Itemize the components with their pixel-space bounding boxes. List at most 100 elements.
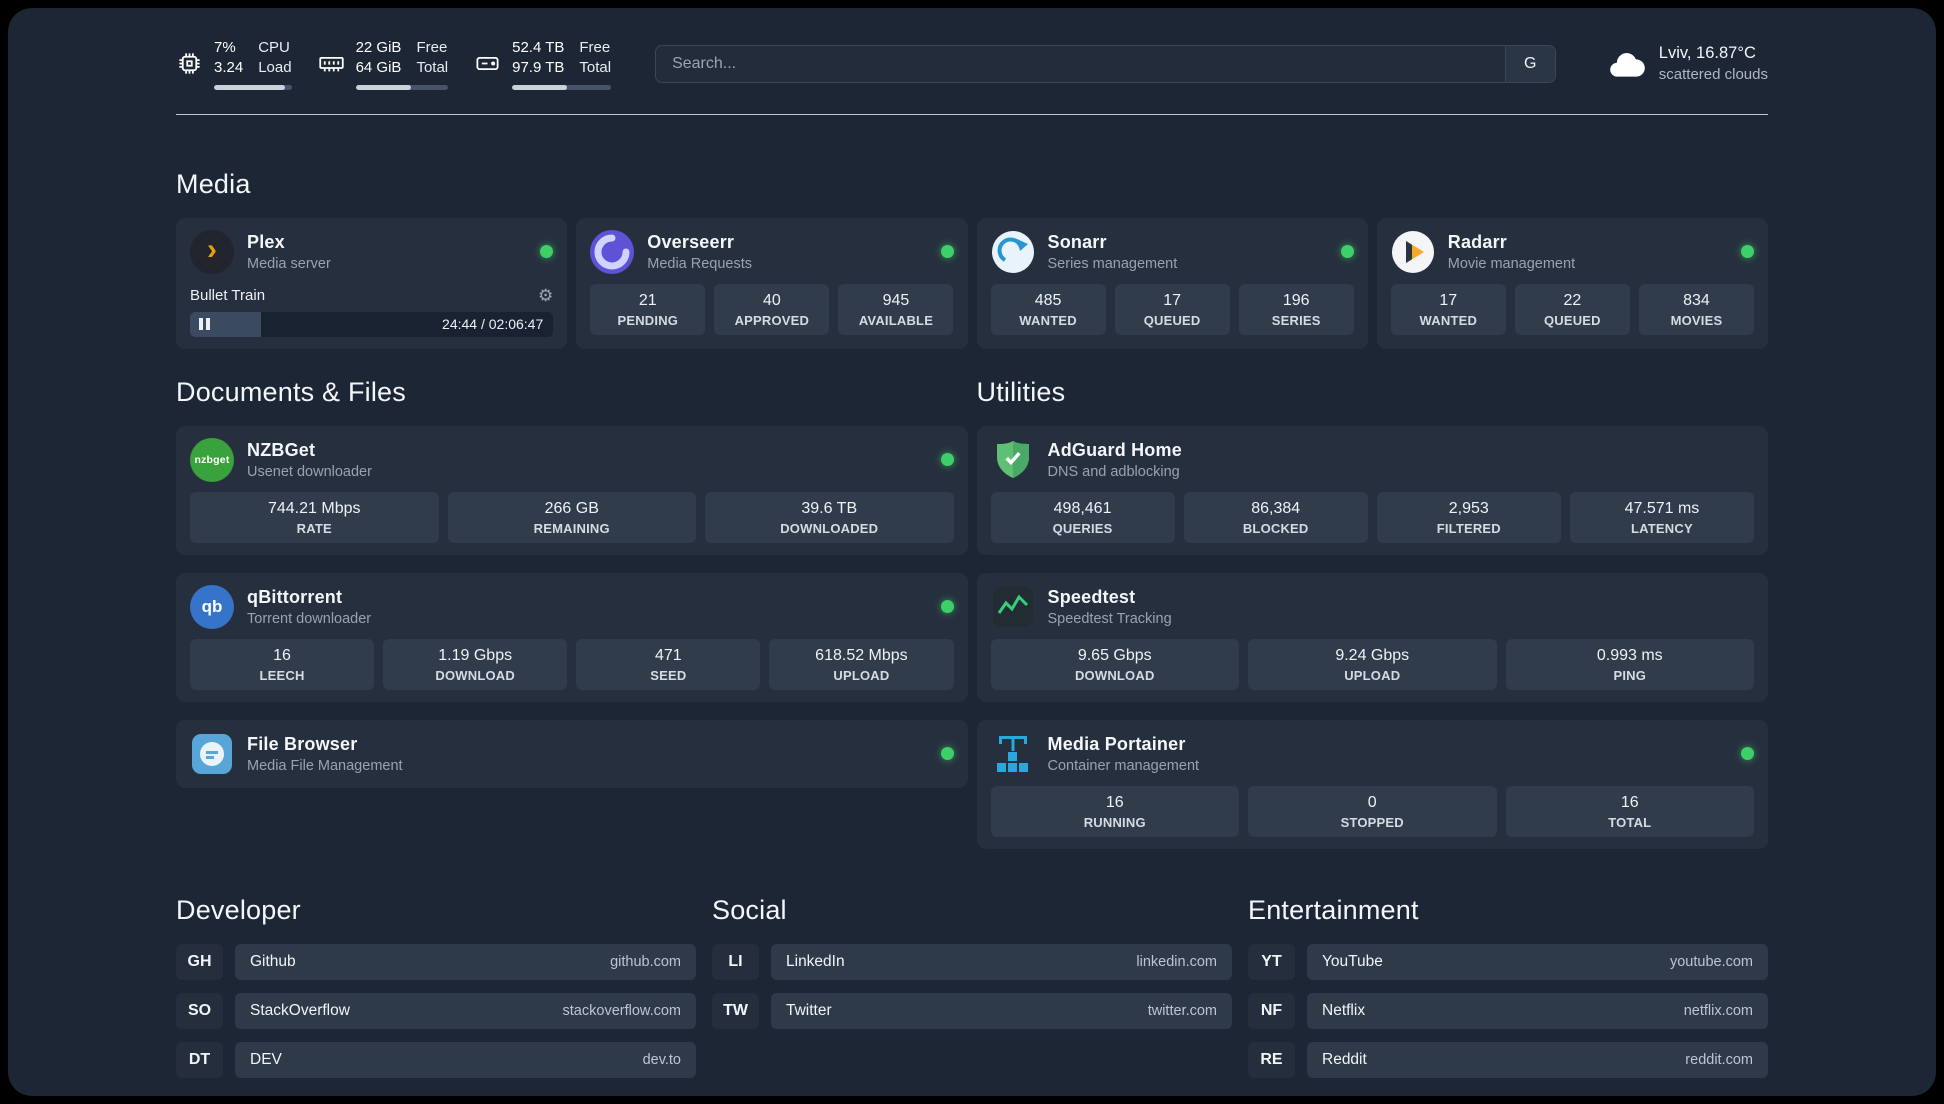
app-desc: Speedtest Tracking [1047,610,1172,627]
app-card-qbittorrent[interactable]: qb qBittorrent Torrent downloader 16 LEE… [176,572,968,702]
stat-wanted: 17 WANTED [1390,283,1506,335]
bookmark-url: stackoverflow.com [562,1002,681,1019]
pause-icon[interactable] [199,318,210,330]
bookmark-name: StackOverflow [250,1001,350,1019]
status-dot [940,747,954,760]
search-bar: G [655,44,1556,83]
stat-total: 16 TOTAL [1505,785,1754,837]
ram-total-value: 64 GiB [355,59,402,77]
disk-total-value: 97.9 TB [512,59,565,77]
stat-value: 0.993 ms [1596,646,1663,664]
ram-metric-body: 22 GiB 64 GiB Free Total [355,38,449,90]
stat-label: LEECH [259,667,305,683]
bookmark-reddit[interactable]: RE Reddit reddit.com [1248,1041,1768,1078]
qbittorrent-icon: qb [190,584,234,629]
status-dot [1741,245,1754,258]
app-desc: DNS and adblocking [1047,463,1180,480]
bookmark-stackoverflow[interactable]: SO StackOverflow stackoverflow.com [176,992,696,1029]
bookmark-github[interactable]: GH Github github.com [176,943,696,980]
gear-icon[interactable]: ⚙ [538,287,553,304]
section-title-developer: Developer [176,894,301,925]
stat-queued: 22 QUEUED [1514,283,1630,335]
bookmark-dev[interactable]: DT DEV dev.to [176,1041,696,1078]
stat-label: WANTED [1419,312,1478,328]
stat-label: DOWNLOADED [780,520,879,536]
app-name: NZBGet [247,439,316,460]
stat-label: BLOCKED [1242,520,1309,536]
bookmark-name: DEV [250,1050,282,1068]
stat-value: 16 [273,646,291,664]
app-desc: Media File Management [247,757,403,774]
bookmark-linkedin[interactable]: LI LinkedIn linkedin.com [712,943,1232,980]
bookmark-netflix[interactable]: NF Netflix netflix.com [1248,992,1768,1029]
app-card-adguard[interactable]: AdGuard Home DNS and adblocking 498,461 … [976,425,1768,555]
app-card-overseerr[interactable]: Overseerr Media Requests 21 PENDING 40 A… [576,217,968,349]
app-card-radarr[interactable]: Radarr Movie management 17 WANTED 22 QUE… [1376,217,1768,349]
overseerr-titles: Overseerr Media Requests [647,232,752,272]
stat-label: APPROVED [734,312,810,328]
search-input[interactable] [656,54,1505,73]
stat-value: 17 [1439,291,1458,309]
sonarr-icon [991,230,1035,274]
cpu-icon [176,50,203,77]
cpu-labels: CPU Load [258,38,291,79]
app-card-filebrowser[interactable]: File Browser Media File Management [176,719,968,788]
weather-location: Lviv, 16.87°C [1658,44,1756,63]
app-card-nzbget[interactable]: nzbget NZBGet Usenet downloader 744.21 M… [176,425,968,555]
search-engine-button[interactable]: G [1504,45,1555,82]
bookmark-url: netflix.com [1683,1002,1753,1019]
bookmark-abbr: NF [1248,992,1295,1029]
stat-label: DOWNLOAD [1074,667,1155,683]
stat-value: 40 [762,291,781,309]
playback-time: 24:44 / 02:06:47 [442,316,544,332]
playback-progress-bar[interactable]: 24:44 / 02:06:47 [190,311,554,337]
disk-label-1: Free [579,39,611,56]
bookmark-twitter[interactable]: TW Twitter twitter.com [712,992,1232,1029]
now-playing-title: Bullet Train [190,286,266,304]
portainer-titles: Media Portainer Container management [1048,734,1200,774]
app-name: Speedtest [1047,586,1136,607]
stat-label: PING [1613,667,1647,683]
app-name: Plex [247,231,285,252]
bookmark-abbr: SO [176,992,223,1029]
stat-value: 39.6 TB [801,499,858,517]
stat-label: DOWNLOAD [435,667,515,683]
cpu-label-2: Load [258,59,292,77]
portainer-icon [991,732,1035,776]
status-dot [540,245,554,258]
bookmark-name: YouTube [1322,952,1383,970]
overseerr-icon [590,229,635,274]
nzbget-icon: nzbget [190,437,234,482]
cloud-icon [1608,49,1646,79]
stat-value: 471 [654,646,682,664]
app-card-speedtest[interactable]: Speedtest Speedtest Tracking 9.65 Gbps D… [976,572,1768,702]
stat-value: 21 [638,291,657,309]
stat-value: 22 [1563,291,1582,309]
stat-label: SERIES [1271,312,1321,328]
stat-label: LATENCY [1631,520,1693,536]
app-name: Overseerr [647,231,735,252]
stat-label: STOPPED [1340,814,1404,830]
cpu-metric-body: 7% 3.24 CPU Load [214,38,292,90]
stat-label: AVAILABLE [858,312,934,328]
status-dot [940,453,954,466]
bookmark-name: Github [250,952,296,970]
stat-approved: 40 APPROVED [714,283,830,335]
app-card-portainer[interactable]: Media Portainer Container management 16 … [976,719,1768,849]
stat-label: UPLOAD [833,667,890,683]
documents-column: Documents & Files nzbget NZBGet Usenet d… [176,377,968,849]
app-name: File Browser [247,733,358,754]
bookmark-name: LinkedIn [786,952,845,970]
bookmark-name: Twitter [786,1001,832,1019]
section-title-media: Media [176,168,251,199]
bookmark-abbr: GH [176,943,223,980]
stat-value: 9.24 Gbps [1335,646,1410,664]
status-dot [940,245,954,258]
ram-values: 22 GiB 64 GiB [356,38,402,79]
app-card-plex[interactable]: › Plex Media server Bullet Train ⚙ 24:44… [176,217,568,349]
bookmark-url: twitter.com [1147,1002,1217,1019]
bookmark-youtube[interactable]: YT YouTube youtube.com [1248,943,1768,980]
app-card-sonarr[interactable]: Sonarr Series management 485 WANTED 17 Q… [976,217,1368,349]
utilities-column: Utilities AdGuard Home DNS and adblockin… [976,377,1768,849]
stat-leech: 16 LEECH [190,638,375,690]
